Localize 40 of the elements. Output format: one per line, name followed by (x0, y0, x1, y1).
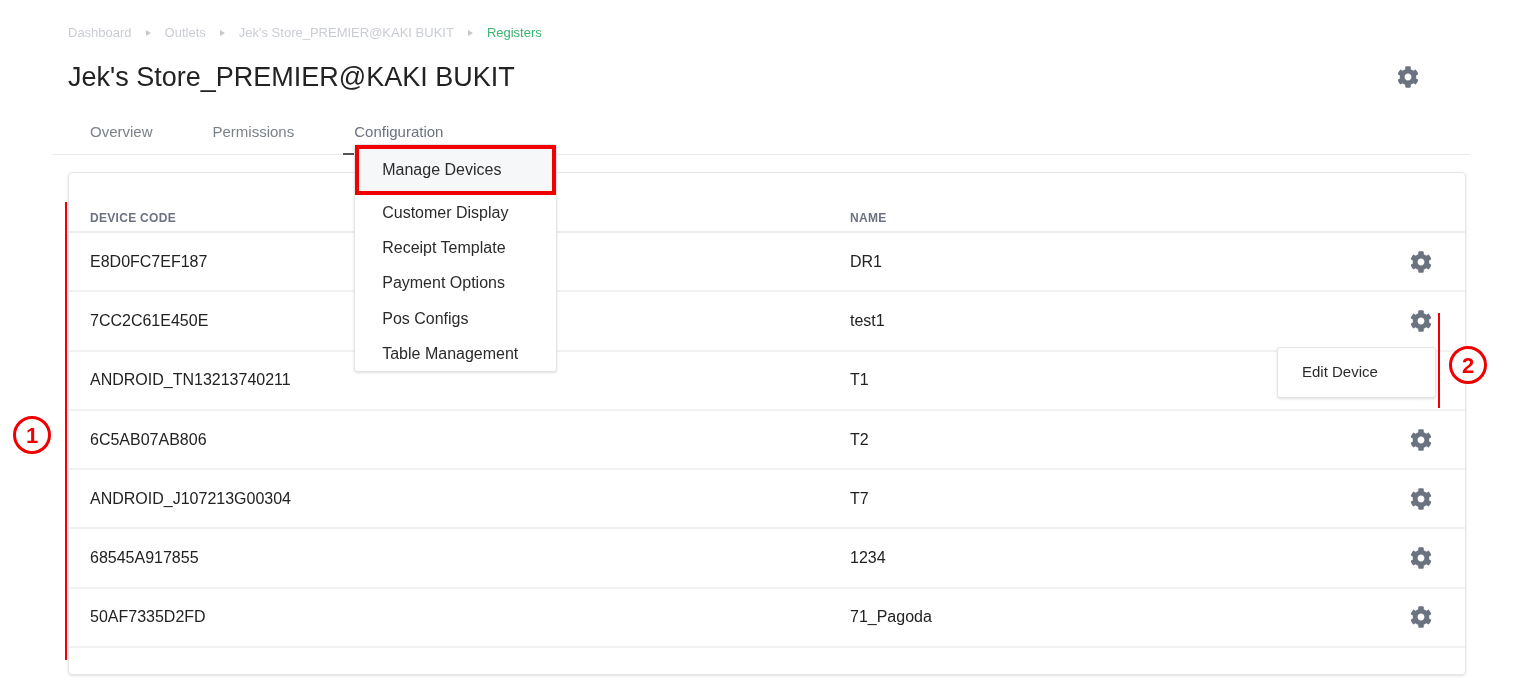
table-cell: T1 (850, 371, 869, 389)
gear-icon[interactable] (1410, 606, 1432, 629)
table-cell: T7 (850, 489, 869, 507)
table-cell: 6C5AB07AB806 (90, 430, 207, 448)
breadcrumb-separator-icon (145, 30, 151, 36)
breadcrumb-separator-icon (467, 30, 473, 36)
table-cell: 71_Pagoda (850, 608, 932, 626)
table-cell: T2 (850, 430, 869, 448)
column-header: NAME (850, 210, 887, 227)
table-cell: ANDROID_J107213G00304 (90, 489, 291, 507)
gear-icon[interactable] (1410, 250, 1432, 273)
menu-item[interactable]: Pos Configs (355, 300, 557, 337)
gear-icon[interactable] (1410, 547, 1432, 570)
page-title: Jek's Store_PREMIER@KAKI BUKIT (68, 60, 515, 94)
table-cell: 7CC2C61E450E (90, 311, 209, 329)
annotation-marker: 2 (1449, 346, 1487, 384)
tab[interactable]: Configuration (354, 121, 444, 144)
settings-icon[interactable] (1397, 66, 1419, 88)
annotation-marker: 1 (13, 416, 51, 454)
table-cell: ANDROID_TN13213740211 (90, 371, 291, 389)
menu-item[interactable]: Receipt Template (355, 230, 557, 266)
tab[interactable]: Permissions (212, 121, 295, 144)
table-cell: E8D0FC7EF187 (90, 252, 208, 270)
column-header: DEVICE CODE (90, 211, 176, 225)
table-cell: 68545A917855 (90, 549, 199, 567)
tab-underline (343, 153, 356, 155)
table-cell: 50AF7335D2FD (90, 608, 206, 626)
table-cell: DR1 (850, 252, 882, 270)
gear-icon[interactable] (1410, 487, 1432, 510)
gear-icon[interactable] (1410, 428, 1432, 451)
menu-item[interactable]: Customer Display (355, 195, 557, 231)
gear-icon[interactable] (1410, 309, 1432, 332)
menu-item[interactable]: Payment Options (355, 265, 557, 301)
table-cell: 1234 (850, 549, 886, 567)
menu-item[interactable]: Edit Device (1278, 348, 1435, 397)
menu-item[interactable]: Table Management (355, 336, 557, 372)
table-cell: test1 (850, 311, 885, 329)
breadcrumb-separator-icon (219, 30, 225, 36)
tab[interactable]: Overview (90, 121, 153, 144)
menu-item[interactable]: Manage Devices (355, 145, 557, 195)
